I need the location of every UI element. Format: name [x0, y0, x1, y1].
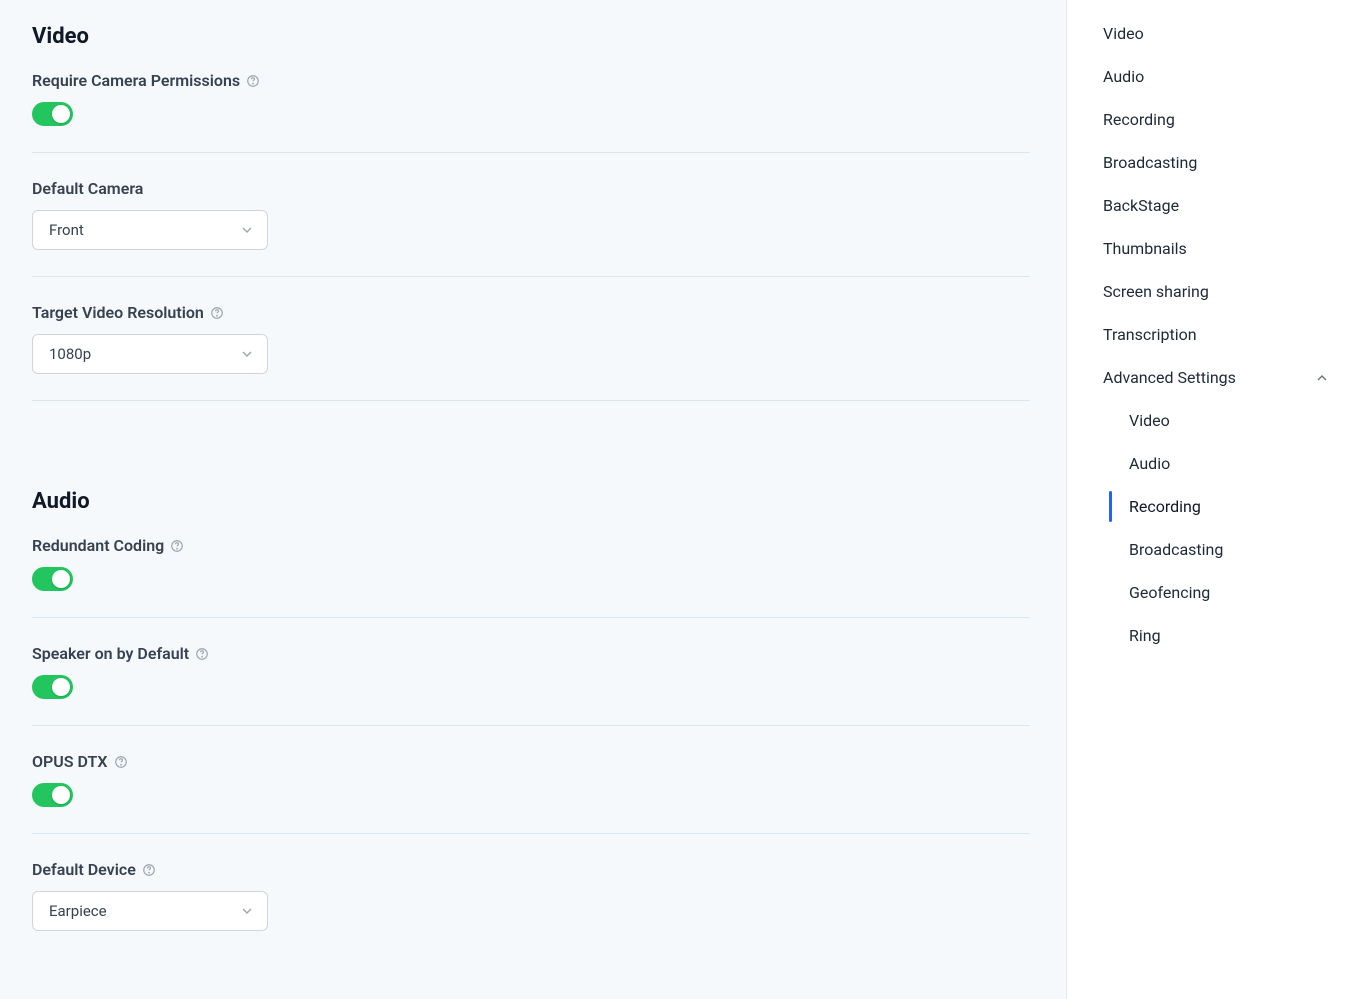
section-title-video: Video — [32, 24, 1030, 49]
nav-sub-ring[interactable]: Ring — [1071, 614, 1346, 657]
toggle-require-camera[interactable] — [32, 102, 73, 126]
setting-require-camera: Require Camera Permissions — [32, 71, 1030, 153]
nav-label: Screen sharing — [1103, 282, 1209, 301]
setting-default-camera: Default Camera Front — [32, 179, 1030, 277]
setting-label: OPUS DTX — [32, 752, 108, 771]
setting-label: Target Video Resolution — [32, 303, 204, 322]
label-row: Default Device — [32, 860, 1030, 879]
sidebar-nav: Video Audio Recording Broadcasting BackS… — [1066, 0, 1366, 999]
nav-item-transcription[interactable]: Transcription — [1067, 313, 1346, 356]
nav-label: Geofencing — [1129, 583, 1210, 602]
select-value: Front — [49, 221, 84, 239]
help-icon[interactable] — [114, 755, 128, 769]
nav-label: BackStage — [1103, 196, 1179, 215]
nav-sub-audio[interactable]: Audio — [1071, 442, 1346, 485]
toggle-speaker-default[interactable] — [32, 675, 73, 699]
nav-sub-geofencing[interactable]: Geofencing — [1071, 571, 1346, 614]
nav-item-advanced-settings[interactable]: Advanced Settings — [1067, 356, 1346, 399]
help-icon[interactable] — [170, 539, 184, 553]
nav-sub-recording[interactable]: Recording — [1071, 485, 1346, 528]
nav-label: Broadcasting — [1129, 540, 1223, 559]
nav-item-screen-sharing[interactable]: Screen sharing — [1067, 270, 1346, 313]
help-icon[interactable] — [142, 863, 156, 877]
nav-label: Audio — [1103, 67, 1144, 86]
label-row: Require Camera Permissions — [32, 71, 1030, 90]
nav-item-thumbnails[interactable]: Thumbnails — [1067, 227, 1346, 270]
section-title-audio: Audio — [32, 489, 1030, 514]
toggle-opus-dtx[interactable] — [32, 783, 73, 807]
nav-label: Thumbnails — [1103, 239, 1187, 258]
label-row: OPUS DTX — [32, 752, 1030, 771]
nav-label: Video — [1103, 24, 1144, 43]
nav-label: Broadcasting — [1103, 153, 1197, 172]
setting-default-device: Default Device Earpiece — [32, 860, 1030, 957]
main-settings-panel: Video Require Camera Permissions Default… — [0, 0, 1066, 999]
chevron-down-icon — [239, 346, 255, 362]
chevron-down-icon — [239, 222, 255, 238]
label-row: Redundant Coding — [32, 536, 1030, 555]
select-value: 1080p — [49, 345, 91, 363]
select-default-camera[interactable]: Front — [32, 210, 268, 250]
nav-label: Advanced Settings — [1103, 368, 1236, 387]
nav-label: Recording — [1129, 497, 1201, 516]
setting-label: Require Camera Permissions — [32, 71, 240, 90]
nav-item-recording[interactable]: Recording — [1067, 98, 1346, 141]
setting-target-resolution: Target Video Resolution 1080p — [32, 303, 1030, 401]
chevron-down-icon — [239, 903, 255, 919]
select-value: Earpiece — [49, 902, 107, 920]
nav-label: Video — [1129, 411, 1170, 430]
setting-label: Default Camera — [32, 179, 143, 198]
nav-label: Recording — [1103, 110, 1175, 129]
select-target-resolution[interactable]: 1080p — [32, 334, 268, 374]
label-row: Default Camera — [32, 179, 1030, 198]
setting-speaker-default: Speaker on by Default — [32, 644, 1030, 726]
help-icon[interactable] — [210, 306, 224, 320]
setting-redundant-coding: Redundant Coding — [32, 536, 1030, 618]
nav-item-broadcasting[interactable]: Broadcasting — [1067, 141, 1346, 184]
nav-sub-broadcasting[interactable]: Broadcasting — [1071, 528, 1346, 571]
setting-label: Redundant Coding — [32, 536, 164, 555]
nav-item-audio[interactable]: Audio — [1067, 55, 1346, 98]
nav-item-backstage[interactable]: BackStage — [1067, 184, 1346, 227]
nav-label: Audio — [1129, 454, 1170, 473]
toggle-redundant-coding[interactable] — [32, 567, 73, 591]
setting-opus-dtx: OPUS DTX — [32, 752, 1030, 834]
setting-label: Speaker on by Default — [32, 644, 189, 663]
select-default-device[interactable]: Earpiece — [32, 891, 268, 931]
label-row: Target Video Resolution — [32, 303, 1030, 322]
nav-label: Ring — [1129, 626, 1161, 645]
label-row: Speaker on by Default — [32, 644, 1030, 663]
nav-item-video[interactable]: Video — [1067, 12, 1346, 55]
nav-advanced-sublist: Video Audio Recording Broadcasting Geofe… — [1067, 399, 1346, 657]
help-icon[interactable] — [195, 647, 209, 661]
nav-sub-video[interactable]: Video — [1071, 399, 1346, 442]
setting-label: Default Device — [32, 860, 136, 879]
nav-label: Transcription — [1103, 325, 1197, 344]
chevron-up-icon — [1314, 370, 1330, 386]
help-icon[interactable] — [246, 74, 260, 88]
